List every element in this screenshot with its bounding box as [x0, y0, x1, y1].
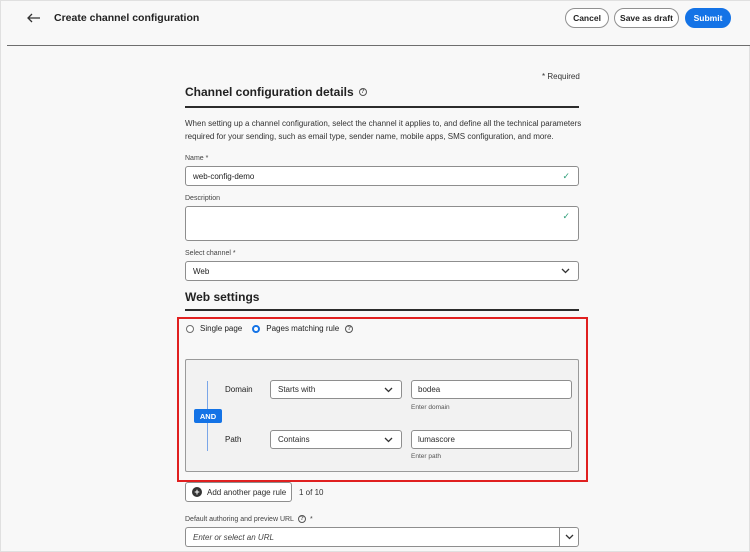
- url-placeholder: Enter or select an URL: [193, 532, 274, 542]
- required-note: * Required: [542, 72, 580, 81]
- rule-label-path: Path: [225, 435, 242, 444]
- radio-pages-matching-rule-label: Pages matching rule: [266, 324, 340, 333]
- top-bar: Create channel configuration Cancel Save…: [1, 1, 750, 45]
- radio-single-page-label: Single page: [200, 324, 243, 333]
- domain-value-input[interactable]: bodea: [411, 380, 572, 399]
- help-circle-icon[interactable]: ?: [345, 324, 354, 333]
- and-connector-line: [207, 423, 208, 451]
- url-field-label: Default authoring and preview URL ? *: [185, 515, 313, 523]
- rule-label-domain: Domain: [225, 385, 253, 394]
- channel-label-text: Select channel: [185, 250, 231, 257]
- chevron-down-icon: [383, 385, 393, 395]
- help-circle-icon[interactable]: ?: [297, 515, 306, 523]
- submit-button[interactable]: Submit: [685, 8, 731, 28]
- and-badge: AND: [194, 409, 222, 423]
- details-section-title: Channel configuration details ?: [185, 85, 367, 99]
- and-connector-line: [207, 381, 208, 409]
- description-label: Description: [185, 195, 221, 202]
- back-button[interactable]: [23, 9, 45, 27]
- header-divider: [7, 45, 750, 46]
- chevron-down-icon: [560, 266, 570, 276]
- page-title: Create channel configuration: [54, 12, 200, 24]
- page-type-radio-group: Single page Pages matching rule ?: [186, 324, 354, 333]
- path-value: lumascore: [418, 435, 455, 444]
- domain-value: bodea: [418, 385, 441, 394]
- web-settings-title: Web settings: [185, 290, 259, 304]
- cancel-button[interactable]: Cancel: [565, 8, 609, 28]
- web-settings-title-text: Web settings: [185, 290, 260, 304]
- domain-operator-value: Starts with: [278, 385, 316, 394]
- radio-pages-matching-rule[interactable]: [252, 324, 261, 333]
- description-field[interactable]: ✓: [185, 206, 579, 241]
- rule-count: 1 of 10: [299, 488, 324, 497]
- required-marker: *: [309, 515, 313, 523]
- domain-operator-select[interactable]: Starts with: [270, 380, 402, 399]
- details-title-text: Channel configuration details: [185, 85, 354, 99]
- name-label: Name *: [185, 155, 208, 162]
- path-helper-text: Enter path: [411, 453, 441, 460]
- required-marker: *: [232, 250, 236, 257]
- radio-single-page[interactable]: [186, 324, 194, 333]
- url-dropdown-button[interactable]: [559, 527, 579, 547]
- add-page-rule-button[interactable]: + Add another page rule: [185, 482, 292, 502]
- path-value-input[interactable]: lumascore: [411, 430, 572, 449]
- page-rule-panel: [185, 359, 579, 472]
- url-input[interactable]: Enter or select an URL: [185, 527, 559, 547]
- details-description: When setting up a channel configuration,…: [185, 119, 582, 141]
- name-value: web-config-demo: [193, 171, 255, 181]
- details-divider: [185, 106, 579, 108]
- arrow-left-icon: [27, 13, 40, 23]
- channel-select[interactable]: Web: [185, 261, 579, 281]
- required-marker: *: [205, 155, 209, 162]
- checkmark-icon: ✓: [562, 211, 570, 221]
- channel-value: Web: [193, 266, 210, 276]
- save-as-draft-button[interactable]: Save as draft: [614, 8, 679, 28]
- chevron-down-icon: [383, 435, 393, 445]
- url-label-text: Default authoring and preview URL: [185, 515, 294, 523]
- add-page-rule-label: Add another page rule: [207, 487, 287, 497]
- path-operator-select[interactable]: Contains: [270, 430, 402, 449]
- url-combobox: Enter or select an URL: [185, 527, 579, 547]
- domain-helper-text: Enter domain: [411, 404, 450, 411]
- path-operator-value: Contains: [278, 435, 310, 444]
- help-circle-icon[interactable]: ?: [358, 88, 367, 96]
- channel-label: Select channel *: [185, 250, 236, 257]
- checkmark-icon: ✓: [562, 170, 570, 181]
- add-circle-icon: +: [192, 487, 202, 497]
- name-label-text: Name: [185, 155, 204, 162]
- web-settings-divider: [185, 309, 579, 311]
- chevron-down-icon: [565, 534, 573, 540]
- name-field[interactable]: web-config-demo ✓: [185, 166, 579, 186]
